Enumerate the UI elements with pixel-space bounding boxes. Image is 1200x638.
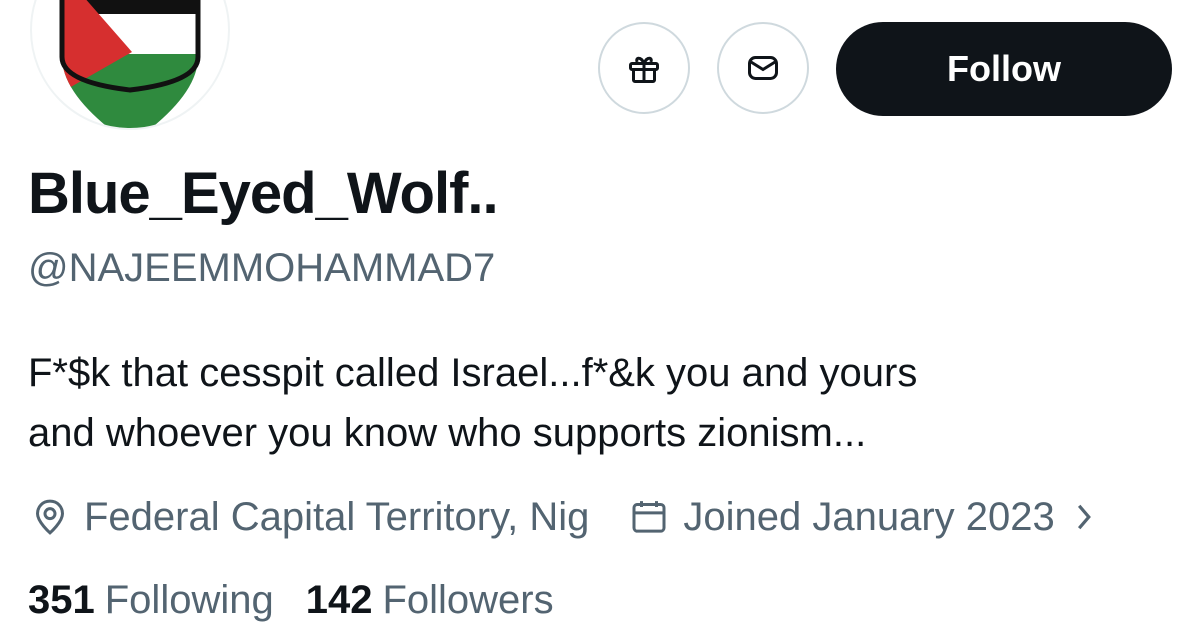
join-date-text: Joined January 2023 <box>683 494 1055 539</box>
profile-header: Follow Blue_Eyed_Wolf.. @NAJEEMMOHAMMAD7… <box>0 0 1200 638</box>
profile-bio: F*$k that cesspit called Israel...f*&k y… <box>28 343 1148 463</box>
bio-line: and whoever you know who supports zionis… <box>28 411 867 455</box>
display-name: Blue_Eyed_Wolf.. <box>28 161 499 226</box>
bio-line: F*$k that cesspit called Israel...f*&k y… <box>28 351 918 395</box>
user-handle: @NAJEEMMOHAMMAD7 <box>28 246 496 290</box>
profile-stats: 351 Following 142 Followers <box>28 578 586 623</box>
follow-button[interactable]: Follow <box>836 22 1172 116</box>
message-button[interactable] <box>717 22 809 114</box>
join-date[interactable]: Joined January 2023 <box>629 495 1108 540</box>
profile-meta: Federal Capital Territory, Nig Joined Ja… <box>30 490 1109 544</box>
gift-button[interactable] <box>598 22 690 114</box>
palestine-flag-shield-icon <box>59 0 201 128</box>
location: Federal Capital Territory, Nig <box>30 495 589 540</box>
followers-count: 142 <box>305 578 373 622</box>
followers-link[interactable]: 142 Followers <box>306 578 554 623</box>
envelope-icon <box>748 56 778 80</box>
followers-label: Followers <box>382 578 554 622</box>
location-text: Federal Capital Territory, Nig <box>84 494 590 539</box>
following-count: 351 <box>28 578 95 622</box>
following-link[interactable]: 351 Following <box>28 578 274 623</box>
calendar-icon <box>632 501 666 533</box>
gift-icon <box>629 56 659 83</box>
following-label: Following <box>104 578 274 622</box>
avatar[interactable] <box>30 0 230 130</box>
location-pin-icon <box>35 499 65 535</box>
chevron-right-icon[interactable] <box>1073 501 1109 533</box>
